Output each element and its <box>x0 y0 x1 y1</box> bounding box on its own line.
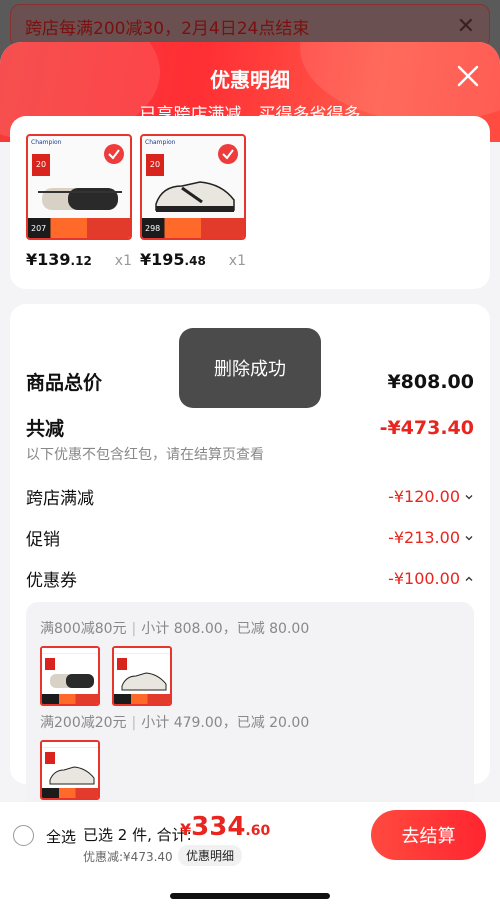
product-thumbnail[interactable]: Champion 20 298 <box>140 134 246 240</box>
discount-item-value: -¥213.00 <box>388 528 460 547</box>
total-discount-row: 共减 -¥473.40 <box>26 414 474 441</box>
discount-detail-button[interactable]: 优惠明细 <box>178 845 243 866</box>
discount-item-label: 促销 <box>26 530 60 550</box>
close-icon[interactable] <box>454 62 482 90</box>
thumb-price: 298 <box>145 223 161 233</box>
coupon-product-thumbnail <box>112 646 172 706</box>
coupon-rule-line: 满200减20元 | 小计 479.00，已减 20.00 <box>40 715 310 731</box>
sheet-title: 优惠明细 <box>210 68 290 92</box>
coupon-detail-box: 满800减80元 | 小计 808.00，已减 80.00 满200减20元 | 小计 … <box>26 602 474 832</box>
discount-summary: 优惠减:¥473.40 <box>83 850 173 864</box>
product-price: ¥139.12 <box>26 250 92 269</box>
waist-bag-image <box>38 188 122 210</box>
discount-note: 以下优惠不包含红包，请在结算页查看 <box>26 447 264 463</box>
checkout-button[interactable]: 去结算 <box>371 810 486 860</box>
chevron-down-icon[interactable] <box>464 533 474 543</box>
total-discount-label: 共减 <box>26 418 65 440</box>
coupon-rule-line: 满800减80元 | 小计 808.00，已减 80.00 <box>40 621 310 637</box>
select-all-checkbox[interactable] <box>13 825 34 846</box>
coupon-product-thumbnail <box>40 740 100 800</box>
toast-message: 删除成功 <box>179 328 321 408</box>
selected-count: 已选 2 件, 合计: <box>83 826 192 844</box>
product-item[interactable]: Champion 20 207 ¥139.12 x1 <box>26 134 132 269</box>
chevron-up-icon[interactable] <box>464 574 474 584</box>
discount-item-value: -¥100.00 <box>388 569 460 588</box>
products-card: Champion 20 207 ¥139.12 x1 Champion 20 2… <box>10 116 490 289</box>
discount-item-promotion[interactable]: 促销 -¥213.00 <box>26 525 474 550</box>
product-qty: x1 <box>228 253 246 269</box>
total-discount-value: -¥473.40 <box>379 416 474 439</box>
total-amount: ¥334.60 <box>180 812 271 842</box>
home-indicator <box>170 893 330 899</box>
checkout-bar: 全选 已选 2 件, 合计: ¥334.60 优惠减:¥473.40 优惠明细 … <box>0 802 500 909</box>
product-item[interactable]: Champion 20 298 ¥195.48 x1 <box>140 134 246 269</box>
discount-item-label: 跨店满减 <box>26 489 94 509</box>
discount-item-label: 优惠券 <box>26 571 77 591</box>
close-icon[interactable]: ✕ <box>457 14 475 39</box>
thumb-price: 207 <box>31 223 47 233</box>
select-all-label[interactable]: 全选 <box>46 826 76 847</box>
product-thumbnail[interactable]: Champion 20 207 <box>26 134 132 240</box>
product-qty: x1 <box>114 253 132 269</box>
total-price-value: ¥808.00 <box>387 370 474 393</box>
discount-item-coupon[interactable]: 优惠券 -¥100.00 <box>26 566 474 591</box>
coupon-product-thumbnail <box>40 646 100 706</box>
product-price: ¥195.48 <box>140 250 206 269</box>
checked-icon[interactable] <box>218 144 238 164</box>
sneaker-image <box>155 181 235 212</box>
checked-icon[interactable] <box>104 144 124 164</box>
chevron-down-icon[interactable] <box>464 492 474 502</box>
promo-banner-text: 跨店每满200减30，2月4日24点结束 <box>25 18 310 39</box>
discount-item-value: -¥120.00 <box>388 487 460 506</box>
discount-item-cross-store[interactable]: 跨店满减 -¥120.00 <box>26 484 474 509</box>
total-price-label: 商品总价 <box>26 372 103 394</box>
